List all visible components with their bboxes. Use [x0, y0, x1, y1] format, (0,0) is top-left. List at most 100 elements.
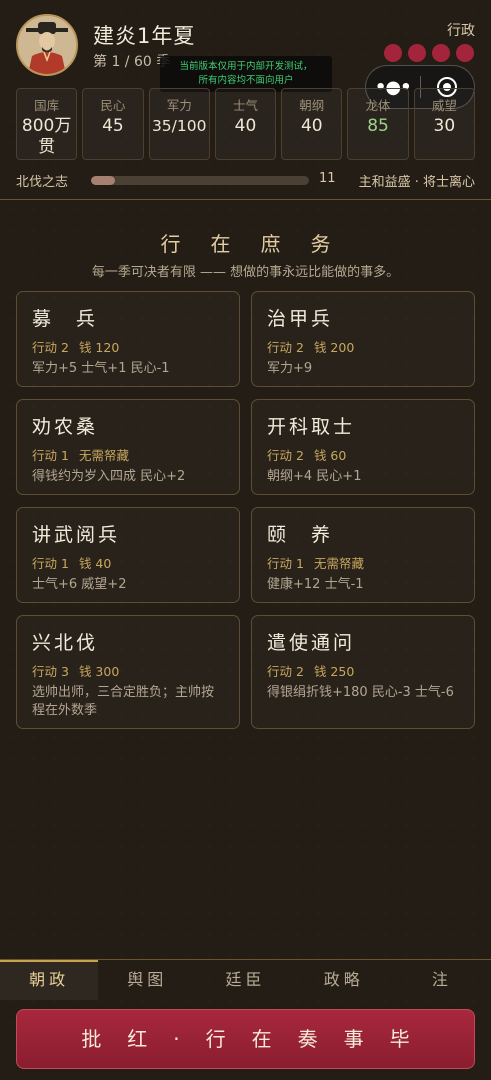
bottom-tab-bar: 朝政 舆图 廷臣 政略 注 — [0, 960, 491, 1000]
task-cost: 行动 2 钱 120 — [32, 337, 224, 356]
task-money-cost: 钱 200 — [313, 340, 355, 355]
stat-value: 40 — [300, 116, 323, 136]
header-divider — [0, 199, 491, 200]
season-counter: 第 1 / 60 季 — [93, 54, 171, 70]
task-name: 劝农桑 — [32, 416, 99, 438]
task-card-armor[interactable]: 治甲兵 行动 2 钱 200 军力+9 — [251, 291, 475, 387]
task-effect: 健康+12 士气-1 — [267, 577, 364, 592]
ambition-value: 11 — [319, 171, 336, 186]
task-action-cost: 行动 2 — [267, 340, 304, 355]
task-cost: 行动 3 钱 300 — [32, 661, 224, 680]
stat-value: 30 — [433, 116, 456, 136]
task-cost: 行动 1 钱 40 — [32, 553, 224, 572]
stat-label: 国库 — [34, 98, 60, 113]
task-money-cost: 钱 250 — [313, 664, 355, 679]
task-cost: 行动 2 钱 60 — [267, 445, 459, 464]
task-action-cost: 行动 3 — [32, 664, 69, 679]
tab-policy[interactable]: 政略 — [295, 960, 393, 1000]
end-turn-button[interactable]: 批红·行在奏事毕 — [16, 1009, 475, 1069]
stat-value: 800万贯 — [21, 116, 72, 157]
task-action-cost: 行动 1 — [267, 556, 304, 571]
action-point-dot — [456, 44, 474, 62]
task-card-agriculture[interactable]: 劝农桑 行动 1 无需帑藏 得钱约为岁入四成 民心+2 — [16, 399, 240, 495]
task-action-cost: 行动 2 — [267, 448, 304, 463]
task-money-cost: 钱 120 — [78, 340, 120, 355]
dev-notice-banner: 当前版本仅用于内部开发测试， 所有内容均不面向用户 — [160, 56, 332, 92]
task-cost: 行动 1 无需帑藏 — [267, 553, 459, 572]
task-card-rest[interactable]: 颐 养 行动 1 无需帑藏 健康+12 士气-1 — [251, 507, 475, 603]
stat-military[interactable]: 军力 35/100 — [148, 88, 210, 160]
emperor-avatar[interactable] — [16, 14, 78, 76]
tab-ministers[interactable]: 廷臣 — [196, 960, 294, 1000]
task-name: 募 兵 — [32, 308, 99, 330]
ambition-progress-fill — [91, 176, 115, 185]
action-points-label: 行政 — [447, 23, 475, 39]
task-name: 颐 养 — [267, 524, 334, 546]
stat-value: 45 — [102, 116, 124, 136]
action-point-dot — [408, 44, 426, 62]
task-effect: 得银绢折钱+180 民心-3 士气-6 — [267, 685, 454, 700]
stat-label: 龙体 — [365, 98, 391, 113]
stat-label: 民心 — [100, 98, 126, 113]
action-point-dot — [432, 44, 450, 62]
task-name: 兴北伐 — [32, 632, 99, 654]
section-subtitle: 每一季可决者有限 —— 想做的事永远比能做的事多。 — [91, 265, 400, 280]
action-points — [384, 44, 474, 62]
task-action-cost: 行动 1 — [32, 448, 69, 463]
task-cost: 行动 1 无需帑藏 — [32, 445, 224, 464]
task-name: 开科取士 — [267, 416, 356, 438]
task-money-cost: 钱 60 — [313, 448, 347, 463]
task-action-cost: 行动 2 — [32, 340, 69, 355]
task-effect: 士气+6 威望+2 — [32, 577, 127, 592]
task-effect: 选帅出师，三合定胜负；主帅按程在外数季 — [32, 685, 215, 718]
dev-notice-line: 所有内容均不面向用户 — [198, 75, 294, 86]
section-title: 行在庶务 — [160, 232, 361, 256]
task-money-cost: 无需帑藏 — [313, 556, 364, 571]
task-card-northern-expedition[interactable]: 兴北伐 行动 3 钱 300 选帅出师，三合定胜负；主帅按程在外数季 — [16, 615, 240, 729]
task-name: 遣使通问 — [267, 632, 356, 654]
task-money-cost: 无需帑藏 — [78, 448, 129, 463]
task-effect: 朝纲+4 民心+1 — [267, 469, 362, 484]
reign-title: 建炎1年夏 — [93, 24, 196, 48]
northern-expedition-ambition: 北伐之志 11 主和益盛 · 将士离心 — [16, 171, 475, 191]
dev-notice-line: 当前版本仅用于内部开发测试， — [179, 61, 313, 72]
task-money-cost: 钱 40 — [78, 556, 112, 571]
task-name: 讲武阅兵 — [32, 524, 121, 546]
task-effect: 军力+9 — [267, 361, 313, 376]
stat-value: 85 — [367, 116, 389, 136]
task-effect: 得钱约为岁入四成 民心+2 — [32, 469, 186, 484]
ambition-status: 主和益盛 · 将士离心 — [358, 175, 475, 190]
task-action-cost: 行动 2 — [267, 664, 304, 679]
stat-morale[interactable]: 士气 40 — [214, 88, 277, 160]
task-action-cost: 行动 1 — [32, 556, 69, 571]
task-card-recruit[interactable]: 募 兵 行动 2 钱 120 军力+5 士气+1 民心-1 — [16, 291, 240, 387]
task-card-envoy[interactable]: 遣使通问 行动 2 钱 250 得银绢折钱+180 民心-3 士气-6 — [251, 615, 475, 729]
tab-notes[interactable]: 注 — [393, 960, 491, 1000]
tab-map[interactable]: 舆图 — [98, 960, 196, 1000]
task-cost: 行动 2 钱 200 — [267, 337, 459, 356]
task-effect: 军力+5 士气+1 民心-1 — [32, 361, 170, 376]
emperor-portrait-icon — [18, 16, 76, 74]
action-point-dot — [384, 44, 402, 62]
stat-value: 35/100 — [151, 117, 207, 135]
stat-prestige[interactable]: 威望 30 — [413, 88, 475, 160]
stat-health[interactable]: 龙体 85 — [347, 88, 409, 160]
ambition-label: 北伐之志 — [16, 175, 69, 190]
task-card-review-troops[interactable]: 讲武阅兵 行动 1 钱 40 士气+6 威望+2 — [16, 507, 240, 603]
stat-court-order[interactable]: 朝纲 40 — [281, 88, 343, 160]
task-cost: 行动 2 钱 250 — [267, 661, 459, 680]
stat-label: 威望 — [431, 98, 457, 113]
stat-label: 士气 — [232, 98, 258, 113]
stat-label: 军力 — [166, 98, 192, 113]
tab-court[interactable]: 朝政 — [0, 960, 99, 1000]
task-name: 治甲兵 — [267, 308, 334, 330]
stat-treasury[interactable]: 国库 800万贯 — [16, 88, 78, 160]
task-grid: 募 兵 行动 2 钱 120 军力+5 士气+1 民心-1 治甲兵 行动 2 钱 2… — [16, 291, 475, 729]
stat-value: 40 — [234, 116, 257, 136]
stat-label: 朝纲 — [299, 98, 325, 113]
ambition-progress-bar — [91, 176, 309, 185]
stat-popularity[interactable]: 民心 45 — [82, 88, 144, 160]
task-money-cost: 钱 300 — [78, 664, 120, 679]
task-card-examination[interactable]: 开科取士 行动 2 钱 60 朝纲+4 民心+1 — [251, 399, 475, 495]
stats-panel: 国库 800万贯 民心 45 军力 35/100 士气 40 朝纲 40 龙体 … — [16, 88, 475, 160]
